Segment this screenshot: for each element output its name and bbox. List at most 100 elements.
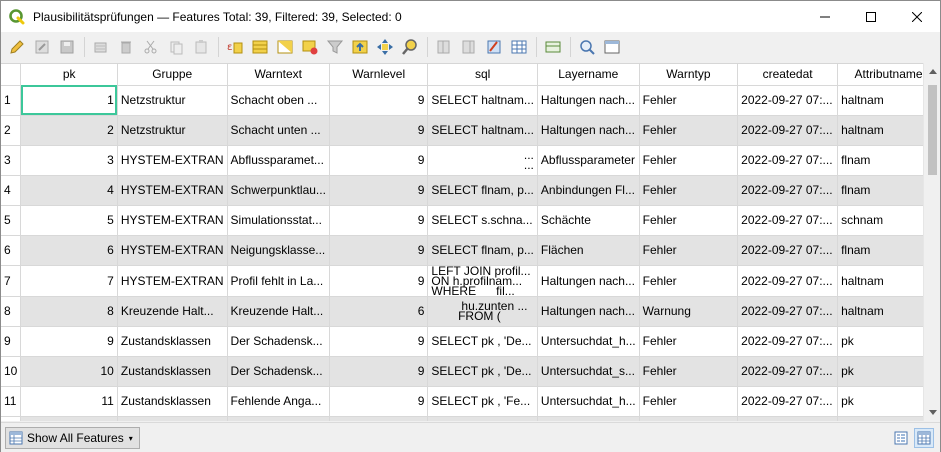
column-header-createdat[interactable]: createdat <box>737 64 839 86</box>
scrollbar-thumb[interactable] <box>928 85 937 175</box>
cell-sql[interactable]: SELECT haltnam... <box>427 115 538 146</box>
scroll-up-button[interactable] <box>924 63 941 80</box>
cell-warntyp[interactable]: Fehler <box>639 205 739 236</box>
cell-warntext[interactable]: Abflussparamet... <box>227 145 330 176</box>
cell-gruppe[interactable] <box>117 416 228 421</box>
invert-selection-button[interactable] <box>273 35 297 59</box>
cell-layername[interactable]: Abflussparameter <box>537 145 640 176</box>
cell-layername[interactable]: Haltungen nach... <box>537 85 640 116</box>
cell-warntext[interactable]: Simulationsstat... <box>227 205 330 236</box>
cell-layername[interactable]: Schächte <box>537 205 640 236</box>
cell-createdat[interactable]: 2022-09-27 07:... <box>737 296 839 327</box>
row-header[interactable]: 2 <box>1 115 22 146</box>
cell-warntyp[interactable]: Fehler <box>639 175 739 206</box>
cell-gruppe[interactable]: HYSTEM-EXTRAN <box>117 205 228 236</box>
cell-warntyp[interactable]: Fehler <box>639 85 739 116</box>
cell-createdat[interactable]: 2022-09-27 07:... <box>737 205 839 236</box>
cell-warnlevel[interactable]: 9 <box>329 85 429 116</box>
cell-createdat[interactable]: 2022-09-27 07:... <box>737 356 839 387</box>
cell-sql[interactable] <box>427 416 538 421</box>
row-header[interactable]: 9 <box>1 326 22 357</box>
cell-pk[interactable]: 7 <box>20 265 118 297</box>
pan-to-selection-button[interactable] <box>373 35 397 59</box>
multi-edit-button[interactable] <box>30 35 54 59</box>
cell-warntyp[interactable] <box>639 416 739 421</box>
cell-pk[interactable]: 6 <box>20 235 118 266</box>
cell-layername[interactable]: Untersuchdat_s... <box>537 356 640 387</box>
cell-createdat[interactable]: 2022-09-27 07:... <box>737 145 839 176</box>
cell-layername[interactable]: Untersuchdat_h... <box>537 326 640 357</box>
row-header[interactable]: 4 <box>1 175 22 206</box>
dock-table-button[interactable] <box>600 35 624 59</box>
switch-to-form-view-button[interactable] <box>891 428 911 448</box>
cell-layername[interactable]: Haltungen nach... <box>537 115 640 146</box>
cell-layername[interactable]: Flächen <box>537 235 640 266</box>
cell-warnlevel[interactable]: 9 <box>329 326 429 357</box>
switch-to-table-view-button[interactable] <box>914 428 934 448</box>
row-header[interactable]: 6 <box>1 235 22 266</box>
column-header-warnlevel[interactable]: Warnlevel <box>329 64 429 86</box>
cell-warntyp[interactable]: Fehler <box>639 386 739 417</box>
show-all-features-dropdown[interactable]: Show All Features ▾ <box>5 427 140 449</box>
cell-createdat[interactable]: 2022-09-27 07:... <box>737 235 839 266</box>
filter-button[interactable] <box>323 35 347 59</box>
cell-warntext[interactable]: Der Schadensk... <box>227 326 330 357</box>
row-header[interactable]: 11 <box>1 386 22 417</box>
cell-pk[interactable]: 9 <box>20 326 118 357</box>
table-row[interactable]: 1 1 Netzstruktur Schacht oben ... 9 SELE… <box>1 85 940 116</box>
cell-createdat[interactable]: 2022-09-27 07:... <box>737 386 839 417</box>
cell-sql[interactable]: hu.zunten ... FROM ( <box>427 296 538 327</box>
cell-warntext[interactable]: Schwerpunktlau... <box>227 175 330 206</box>
row-header[interactable]: 3 <box>1 145 22 176</box>
cell-warnlevel[interactable]: 9 <box>329 356 429 387</box>
cell-gruppe[interactable]: HYSTEM-EXTRAN <box>117 265 228 297</box>
cut-button[interactable] <box>139 35 163 59</box>
column-header-gruppe[interactable]: Gruppe <box>117 64 228 86</box>
maximize-button[interactable] <box>848 1 894 32</box>
cell-pk[interactable]: 4 <box>20 175 118 206</box>
cell-warnlevel[interactable]: 9 <box>329 145 429 176</box>
cell-createdat[interactable]: 2022-09-27 07:... <box>737 175 839 206</box>
actions-button[interactable] <box>575 35 599 59</box>
row-header[interactable]: 10 <box>1 356 22 387</box>
cell-warntext[interactable]: Kreuzende Halt... <box>227 296 330 327</box>
cell-pk[interactable]: 5 <box>20 205 118 236</box>
cell-warntext[interactable]: Der Schadensk... <box>227 356 330 387</box>
table-row[interactable]: 10 10 Zustandsklassen Der Schadensk... 9… <box>1 356 940 387</box>
cell-pk[interactable]: 10 <box>20 356 118 387</box>
corner-header[interactable] <box>1 64 22 86</box>
cell-warntyp[interactable]: Warnung <box>639 296 739 327</box>
scroll-down-button[interactable] <box>924 404 941 421</box>
cell-pk[interactable]: 1 <box>20 85 118 116</box>
cell-gruppe[interactable]: Zustandsklassen <box>117 356 228 387</box>
delete-feature-button[interactable] <box>114 35 138 59</box>
add-feature-button[interactable] <box>89 35 113 59</box>
cell-sql[interactable]: LEFT JOIN profil... ON h.profilnam... WH… <box>427 265 538 297</box>
table-row[interactable] <box>1 416 940 421</box>
cell-sql[interactable]: SELECT pk , 'Fe... <box>427 386 538 417</box>
column-header-layername[interactable]: Layername <box>537 64 640 86</box>
cell-gruppe[interactable]: HYSTEM-EXTRAN <box>117 235 228 266</box>
cell-gruppe[interactable]: HYSTEM-EXTRAN <box>117 175 228 206</box>
column-header-warntext[interactable]: Warntext <box>227 64 330 86</box>
cell-layername[interactable] <box>537 416 640 421</box>
cell-sql[interactable]: SELECT flnam, p... <box>427 235 538 266</box>
paste-button[interactable] <box>189 35 213 59</box>
cell-warntyp[interactable]: Fehler <box>639 145 739 176</box>
delete-field-button[interactable] <box>457 35 481 59</box>
table-row[interactable]: 6 6 HYSTEM-EXTRAN Neigungsklasse... 9 SE… <box>1 235 940 266</box>
column-header-warntyp[interactable]: Warntyp <box>639 64 739 86</box>
cell-warnlevel[interactable]: 9 <box>329 235 429 266</box>
cell-warnlevel[interactable]: 9 <box>329 265 429 297</box>
table-row[interactable]: 3 3 HYSTEM-EXTRAN Abflussparamet... 9 ..… <box>1 145 940 176</box>
dock-attribute-table-button[interactable] <box>541 35 565 59</box>
cell-layername[interactable]: Haltungen nach... <box>537 296 640 327</box>
cell-warntext[interactable]: Schacht unten ... <box>227 115 330 146</box>
zoom-to-selection-button[interactable] <box>398 35 422 59</box>
row-header[interactable]: 7 <box>1 265 22 297</box>
conditional-formatting-button[interactable] <box>507 35 531 59</box>
cell-warnlevel[interactable]: 9 <box>329 175 429 206</box>
cell-warntyp[interactable]: Fehler <box>639 235 739 266</box>
cell-warnlevel[interactable]: 9 <box>329 386 429 417</box>
table-row[interactable]: 11 11 Zustandsklassen Fehlende Anga... 9… <box>1 386 940 417</box>
